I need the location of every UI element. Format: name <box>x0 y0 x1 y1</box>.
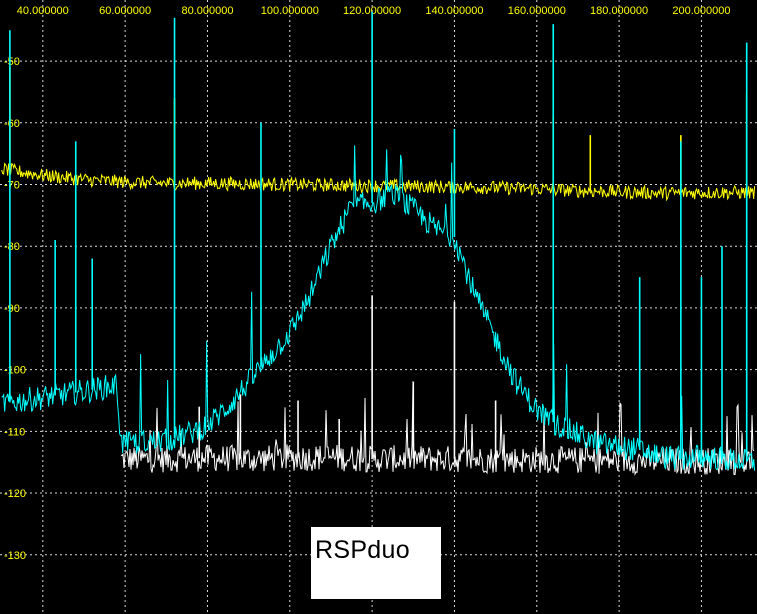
y-tick-label-8: -130 <box>4 550 26 562</box>
spectrum-plot: 40.000000 60.000000 80.000000 100.000000 120… <box>0 0 757 614</box>
y-tick-label-1: -60 <box>4 118 20 130</box>
series-layer <box>1 11 756 477</box>
x-tick-label-5: 140.000000 <box>425 5 483 17</box>
series-0 <box>1 67 756 202</box>
y-tick-label-4: -90 <box>4 303 20 315</box>
y-tick-label-6: -110 <box>4 426 25 438</box>
device-label: RSPduo <box>315 536 410 564</box>
x-tick-labels: 40.000000 60.000000 80.000000 100.000000 120… <box>17 5 731 17</box>
y-tick-label-2: -70 <box>4 180 20 192</box>
y-tick-label-3: -80 <box>4 241 20 253</box>
series-1 <box>1 11 756 471</box>
device-label-box: RSPduo <box>311 527 441 599</box>
x-tick-label-6: 160.000000 <box>508 5 566 17</box>
series-line-2 <box>120 381 755 477</box>
x-tick-label-8: 200.000000 <box>672 5 730 17</box>
y-tick-label-0: -50 <box>4 56 20 68</box>
series-2 <box>120 295 755 477</box>
x-tick-label-0: 40.000000 <box>17 5 69 17</box>
x-tick-label-7: 180.000000 <box>590 5 648 17</box>
y-tick-labels: -50 -60 -70 -80 -90 -100 -110 -120 -130 <box>4 56 26 562</box>
y-tick-label-5: -100 <box>4 365 26 377</box>
y-tick-label-7: -120 <box>4 488 26 500</box>
x-tick-label-2: 80.000000 <box>181 5 233 17</box>
grid-lines <box>0 0 757 614</box>
x-tick-label-3: 100.000000 <box>261 5 319 17</box>
x-tick-label-1: 60.000000 <box>99 5 151 17</box>
